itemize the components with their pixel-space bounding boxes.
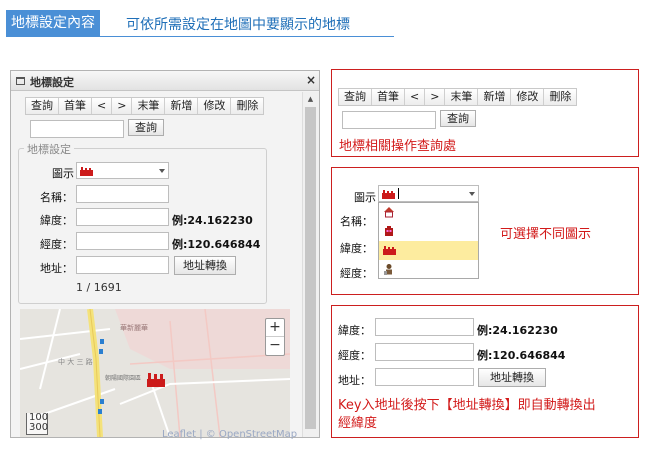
red-building-icon bbox=[385, 226, 393, 236]
section-subtitle: 可依所需設定在地圖中要顯示的地標 bbox=[126, 17, 350, 33]
callout3-lat-example: 例:24.162230 bbox=[477, 324, 558, 337]
callout3-convert-button[interactable]: 地址轉換 bbox=[478, 368, 546, 387]
callout-search-input[interactable] bbox=[342, 111, 436, 129]
latitude-example: 例:24.162230 bbox=[172, 214, 253, 227]
factory-icon bbox=[80, 167, 93, 176]
zoom-out-button[interactable]: − bbox=[266, 337, 284, 355]
close-icon[interactable]: × bbox=[306, 73, 316, 87]
search-button[interactable]: 查詢 bbox=[128, 119, 164, 136]
callout3-lat-label: 緯度： bbox=[338, 324, 371, 337]
latitude-label: 緯度： bbox=[40, 214, 73, 227]
callout3-lng-example: 例:120.646844 bbox=[477, 349, 566, 362]
record-pager: 1 / 1691 bbox=[76, 281, 122, 294]
icon-dropdown-list bbox=[378, 202, 479, 279]
longitude-field[interactable] bbox=[76, 232, 169, 250]
toolbar-first-button[interactable]: 首筆 bbox=[59, 98, 92, 114]
callout-toolbar-query[interactable]: 查詢 bbox=[339, 89, 372, 105]
callout3-note-line1: Key入地址後按下【地址轉換】即自動轉換出 bbox=[338, 398, 596, 413]
name-label: 名稱： bbox=[40, 191, 73, 204]
callout-toolbar-last[interactable]: 末筆 bbox=[445, 89, 479, 105]
window-titlebar[interactable]: 地標設定 × bbox=[11, 71, 319, 91]
toolbar-add-button[interactable]: 新增 bbox=[165, 98, 199, 114]
callout3-lng-label: 經度： bbox=[338, 349, 371, 362]
callout-lat-label: 緯度： bbox=[340, 242, 373, 255]
callout-lng-label: 經度： bbox=[340, 267, 373, 280]
search-input[interactable] bbox=[30, 120, 124, 138]
toolbar-query-button[interactable]: 查詢 bbox=[26, 98, 59, 114]
map-label-road: 中 大 三 路 bbox=[58, 358, 93, 366]
callout-icon-note: 可選擇不同圖示 bbox=[500, 227, 592, 242]
callout-toolbar-first[interactable]: 首筆 bbox=[372, 89, 405, 105]
icon-option-building[interactable] bbox=[379, 222, 478, 241]
toolbar-prev-button[interactable]: < bbox=[92, 98, 113, 114]
fieldset-legend: 地標設定 bbox=[24, 141, 74, 157]
name-field[interactable] bbox=[76, 185, 169, 203]
section-title-tag: 地標設定內容 bbox=[6, 10, 100, 36]
toolbar-delete-button[interactable]: 刪除 bbox=[231, 98, 263, 114]
callout-name-label: 名稱： bbox=[340, 215, 373, 228]
callout-toolbar-next[interactable]: > bbox=[425, 89, 446, 105]
callout-toolbar-edit[interactable]: 修改 bbox=[511, 89, 545, 105]
callout-toolbar-note: 地標相關操作查詢處 bbox=[339, 139, 457, 154]
icon-select[interactable] bbox=[76, 162, 169, 179]
icon-label: 圖示 bbox=[52, 167, 74, 180]
callout-icon-select-box[interactable] bbox=[378, 185, 479, 202]
window-icon bbox=[16, 77, 25, 85]
scroll-up-arrow-icon[interactable]: ▲ bbox=[302, 94, 319, 104]
callout-toolbar-delete[interactable]: 刪除 bbox=[544, 89, 576, 105]
record-toolbar: 查詢 首筆 < > 末筆 新增 修改 刪除 bbox=[25, 97, 265, 115]
address-label: 地址： bbox=[40, 262, 73, 275]
icon-option-house[interactable] bbox=[379, 203, 478, 222]
zoom-control: + − bbox=[265, 318, 285, 356]
map-tiles bbox=[20, 309, 290, 437]
header-underline bbox=[6, 36, 394, 37]
zoom-in-button[interactable]: + bbox=[266, 319, 284, 337]
icon-option-factory[interactable] bbox=[379, 241, 478, 260]
icon-option-worker[interactable] bbox=[379, 260, 478, 279]
map-label-poi: 華新麗華 bbox=[120, 324, 148, 332]
callout3-lat-field[interactable] bbox=[375, 318, 474, 336]
factory-marker-icon bbox=[147, 373, 165, 387]
window-title: 地標設定 bbox=[30, 76, 74, 89]
longitude-example: 例:120.646844 bbox=[172, 238, 261, 251]
factory-icon bbox=[382, 190, 395, 199]
callout-icon-label: 圖示 bbox=[354, 191, 376, 204]
map-scale: 100 300 bbox=[26, 413, 48, 435]
chevron-down-icon bbox=[159, 169, 165, 173]
text-cursor bbox=[398, 188, 399, 199]
map-attribution: Leaflet | © OpenStreetMap bbox=[162, 429, 298, 440]
callout-toolbar-add[interactable]: 新增 bbox=[478, 89, 512, 105]
address-convert-button[interactable]: 地址轉換 bbox=[174, 256, 236, 275]
scale-bottom-label: 300 bbox=[29, 422, 49, 433]
house-icon bbox=[384, 207, 394, 218]
callout-toolbar-prev[interactable]: < bbox=[405, 89, 426, 105]
callout-record-toolbar: 查詢 首筆 < > 末筆 新增 修改 刪除 bbox=[338, 88, 578, 106]
map-view[interactable]: 華新麗華 中 大 三 路 朝陽國際園區 bbox=[20, 309, 290, 437]
factory-icon bbox=[383, 246, 396, 255]
callout3-addr-field[interactable] bbox=[375, 368, 474, 386]
scrollbar-thumb[interactable] bbox=[305, 107, 316, 429]
toolbar-last-button[interactable]: 末筆 bbox=[132, 98, 166, 114]
longitude-label: 經度： bbox=[40, 238, 73, 251]
worker-icon bbox=[384, 264, 392, 275]
toolbar-edit-button[interactable]: 修改 bbox=[198, 98, 232, 114]
latitude-field[interactable] bbox=[76, 208, 169, 226]
callout-search-button[interactable]: 查詢 bbox=[440, 110, 476, 127]
chevron-down-icon bbox=[469, 192, 475, 196]
callout3-addr-label: 地址： bbox=[338, 374, 371, 387]
callout3-lng-field[interactable] bbox=[375, 343, 474, 361]
toolbar-next-button[interactable]: > bbox=[112, 98, 133, 114]
callout3-note-line2: 經緯度 bbox=[338, 416, 378, 431]
map-label-area: 朝陽國際園區 bbox=[105, 375, 142, 382]
address-field[interactable] bbox=[76, 256, 169, 274]
